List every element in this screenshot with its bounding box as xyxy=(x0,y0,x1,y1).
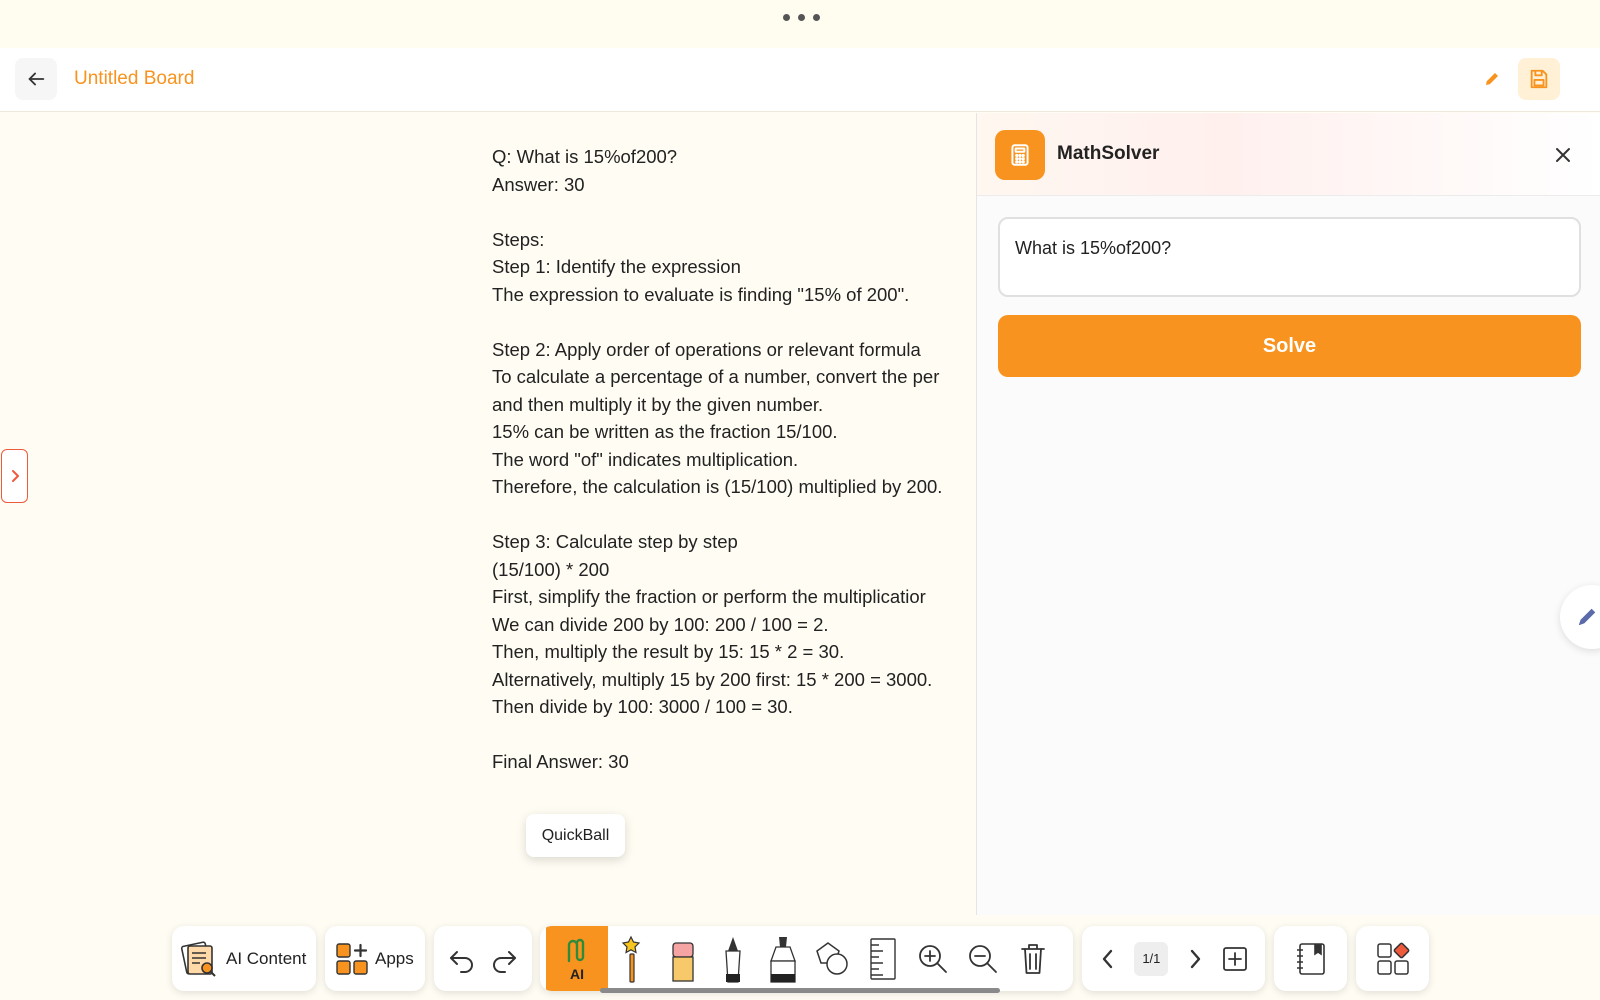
ruler-icon xyxy=(870,937,896,980)
pen-icon xyxy=(1578,608,1596,626)
undo-icon[interactable] xyxy=(447,944,477,974)
ai-loop-icon xyxy=(567,938,585,963)
solution-line: Steps: xyxy=(492,228,545,250)
solution-line xyxy=(492,308,976,336)
history-group xyxy=(434,926,532,991)
prev-page-icon[interactable] xyxy=(1098,948,1118,970)
ai-content-button[interactable]: AI Content xyxy=(172,926,316,991)
solution-line: Final Answer: 30 xyxy=(492,751,629,772)
eraser-tool[interactable] xyxy=(658,926,708,991)
shapes-icon xyxy=(816,941,848,975)
ai-content-label: AI Content xyxy=(226,948,307,968)
close-panel-button[interactable] xyxy=(1549,141,1577,169)
zoom-out-tool[interactable] xyxy=(958,926,1008,991)
page-navigation-group: 1/1 xyxy=(1082,926,1265,991)
notebook-button[interactable] xyxy=(1274,926,1347,991)
arrow-left-icon xyxy=(28,72,45,86)
back-button[interactable] xyxy=(15,58,57,100)
eraser-icon xyxy=(672,941,694,982)
app-header: Untitled Board xyxy=(0,48,1600,112)
solution-line: Then divide by 100: 3000 / 100 = 30. xyxy=(492,696,793,717)
sidebar-expand-button[interactable] xyxy=(1,449,28,503)
solution-line: To calculate a percentage of a number, c… xyxy=(492,366,940,387)
solution-line: Answer: 30 xyxy=(492,173,585,195)
status-bar xyxy=(0,0,1600,48)
solution-line: Step 2: Apply order of operations or rel… xyxy=(492,338,921,360)
question-input[interactable]: What is 15%of200? xyxy=(998,217,1581,297)
zoom-in-icon xyxy=(919,944,947,973)
apps-label: Apps xyxy=(375,948,414,968)
add-page-icon[interactable] xyxy=(1221,945,1249,973)
ruler-tool[interactable] xyxy=(858,926,908,991)
solution-line: and then multiply it by the given number… xyxy=(492,393,824,415)
zoom-in-tool[interactable] xyxy=(908,926,958,991)
solution-line: First, simplify the fraction or perform … xyxy=(492,586,926,607)
magic-wand-icon xyxy=(621,935,641,983)
mathsolver-panel: MathSolver What is 15%of200? Solve xyxy=(976,113,1600,915)
highlighter-tool[interactable] xyxy=(758,926,808,991)
zoom-out-icon xyxy=(969,944,997,973)
shapes-tool[interactable] xyxy=(808,926,858,991)
solution-line: Alternatively, multiply 15 by 200 first:… xyxy=(492,668,933,690)
solution-text-block[interactable]: Q: What is 15%of200? Answer: 30 Steps: Step… xyxy=(492,143,976,776)
save-icon xyxy=(1530,69,1548,89)
highlighter-icon xyxy=(770,936,796,983)
drawing-tools-group: AI xyxy=(540,926,1073,991)
trash-icon xyxy=(1021,943,1045,974)
rename-button[interactable] xyxy=(1480,67,1504,91)
solution-line xyxy=(492,198,976,226)
solution-line: Then, multiply the result by 15: 15 * 2 … xyxy=(492,641,845,662)
more-options-icon[interactable] xyxy=(783,14,820,21)
pen-tool[interactable] xyxy=(708,926,758,991)
quickball-button[interactable]: QuickBall xyxy=(526,814,625,857)
layout-icon xyxy=(1376,942,1409,975)
ai-tool-label: AI xyxy=(570,966,584,982)
redo-icon[interactable] xyxy=(489,944,519,974)
delete-tool[interactable] xyxy=(1008,926,1058,991)
horizontal-scrollbar[interactable] xyxy=(600,988,1000,993)
solution-line: Therefore, the calculation is (15/100) m… xyxy=(492,476,943,497)
solution-line: The expression to evaluate is finding "1… xyxy=(492,283,910,305)
panel-header: MathSolver xyxy=(977,113,1600,196)
layout-button[interactable] xyxy=(1356,926,1429,991)
page-indicator[interactable]: 1/1 xyxy=(1134,941,1169,976)
save-button[interactable] xyxy=(1518,58,1560,100)
magic-wand-tool[interactable] xyxy=(608,926,658,991)
solution-line: The word "of" indicates multiplication. xyxy=(492,448,799,470)
calculator-icon xyxy=(995,130,1045,180)
ai-content-icon xyxy=(180,940,216,977)
ai-tool[interactable]: AI xyxy=(546,926,608,991)
apps-button[interactable]: Apps xyxy=(325,926,425,991)
panel-title: MathSolver xyxy=(1057,143,1160,164)
notebook-icon xyxy=(1296,942,1325,975)
chevron-right-icon xyxy=(11,470,19,482)
apps-icon xyxy=(336,942,368,975)
board-canvas[interactable]: Q: What is 15%of200? Answer: 30 Steps: Step… xyxy=(0,113,976,915)
solution-line: 15% can be written as the fraction 15/10… xyxy=(492,421,838,442)
solution-line xyxy=(492,721,976,749)
pen-tool-icon xyxy=(725,936,741,983)
solution-line: We can divide 200 by 100: 200 / 100 = 2. xyxy=(492,613,829,635)
board-title[interactable]: Untitled Board xyxy=(74,68,194,90)
pencil-icon xyxy=(1486,73,1498,85)
bottom-toolbar: AI Content Apps AI 1/1 xyxy=(0,915,1600,1000)
solution-line: Step 1: Identify the expression xyxy=(492,256,741,277)
close-icon xyxy=(1556,148,1570,162)
next-page-icon[interactable] xyxy=(1185,948,1205,970)
solution-line xyxy=(492,501,976,529)
solve-button[interactable]: Solve xyxy=(998,315,1581,377)
solution-line: Step 3: Calculate step by step xyxy=(492,531,738,552)
solution-line: Q: What is 15%of200? xyxy=(492,146,678,167)
solution-line: (15/100) * 200 xyxy=(492,558,610,580)
